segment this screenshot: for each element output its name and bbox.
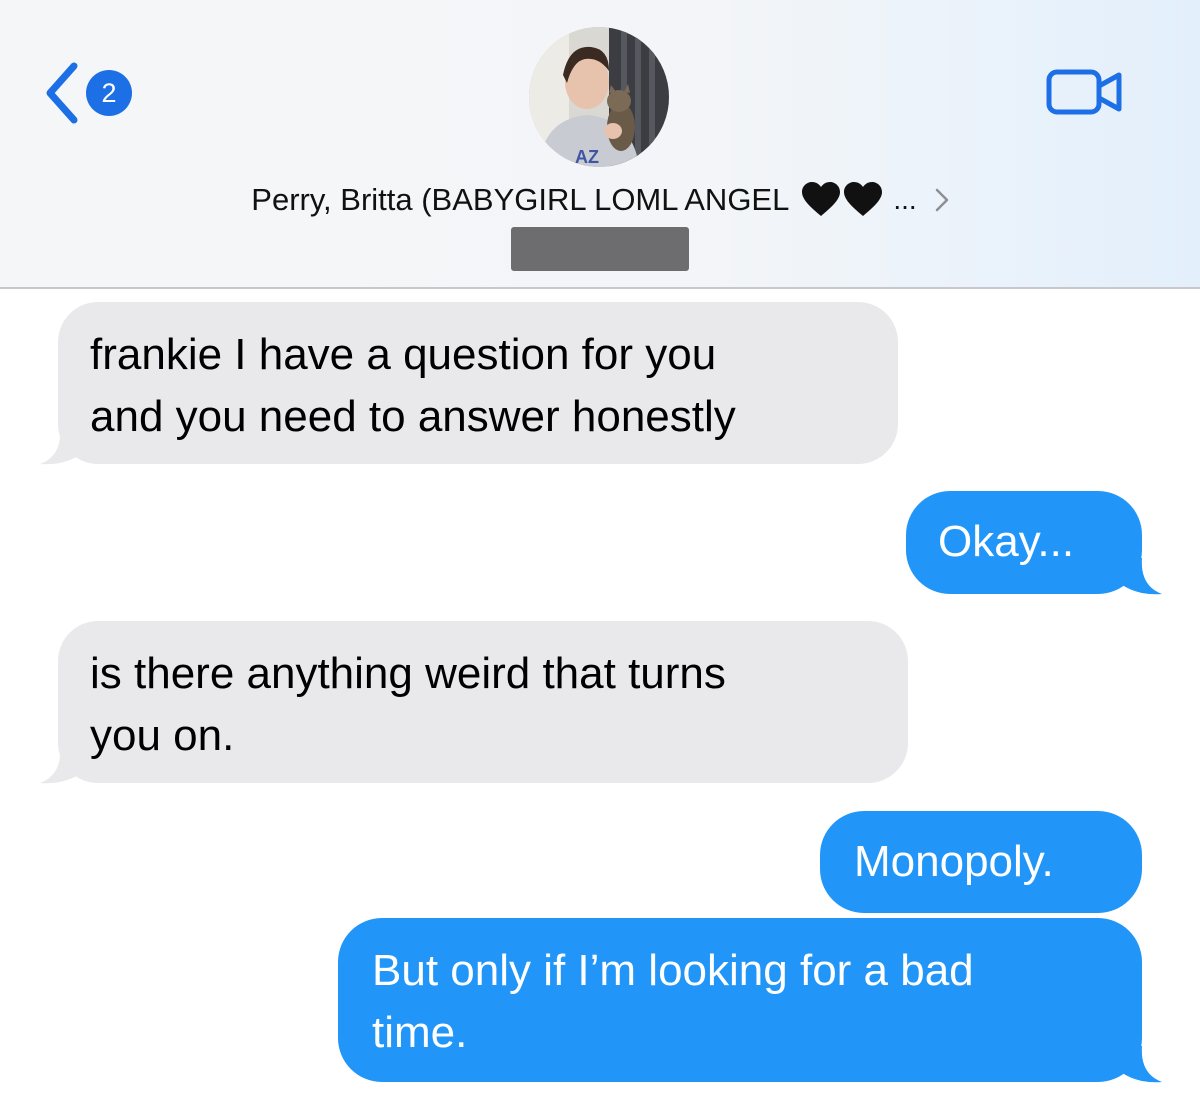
message-bubble-sent[interactable]: Okay...	[906, 491, 1142, 594]
contact-hearts	[801, 182, 883, 218]
bubble-tail	[1118, 1046, 1162, 1083]
black-heart-icon	[802, 182, 841, 216]
message-text-line: and you need to answer honestly	[90, 392, 736, 441]
video-camera-icon	[1046, 69, 1122, 115]
bubble-tail	[1118, 558, 1162, 595]
message-bubble-received[interactable]: is there anything weird that turns you o…	[58, 621, 908, 783]
message-bubble-sent[interactable]: But only if I’m looking for a bad time.	[338, 918, 1142, 1082]
message-text-line: is there anything weird that turns	[90, 649, 726, 698]
message-text-line: time.	[372, 1008, 468, 1057]
message-text-line: you on.	[90, 711, 235, 760]
avatar-photo: AZ	[529, 27, 669, 167]
svg-text:AZ: AZ	[575, 147, 599, 167]
avatar[interactable]: AZ	[529, 27, 669, 167]
contact-name-ellipsis: ...	[893, 184, 917, 215]
unread-badge: 2	[86, 70, 132, 116]
bubble-tail	[40, 428, 84, 465]
video-call-button[interactable]	[1046, 68, 1124, 116]
black-heart-icon	[844, 182, 883, 216]
message-bubble-sent[interactable]: Monopoly.	[820, 811, 1142, 913]
redacted-subtitle	[511, 227, 689, 271]
contact-name-row[interactable]: Perry, Britta (BABYGIRL LOML ANGEL ...	[0, 182, 1200, 230]
chevron-right-icon	[935, 188, 948, 212]
back-button[interactable]: 2	[42, 62, 152, 124]
chevron-left-icon	[46, 62, 78, 124]
message-text-line: Okay...	[938, 517, 1075, 566]
bubble-tail	[40, 747, 84, 784]
conversation-header: 2 AZ Perry, Britta (BABYGIRL LOML ANGEL …	[0, 0, 1200, 289]
contact-name: Perry, Britta (BABYGIRL LOML ANGEL	[251, 182, 790, 217]
message-bubble-received[interactable]: frankie I have a question for you and yo…	[58, 302, 898, 464]
message-text-line: frankie I have a question for you	[90, 330, 717, 379]
message-text-line: But only if I’m looking for a bad	[372, 946, 974, 995]
message-text-line: Monopoly.	[854, 837, 1054, 886]
